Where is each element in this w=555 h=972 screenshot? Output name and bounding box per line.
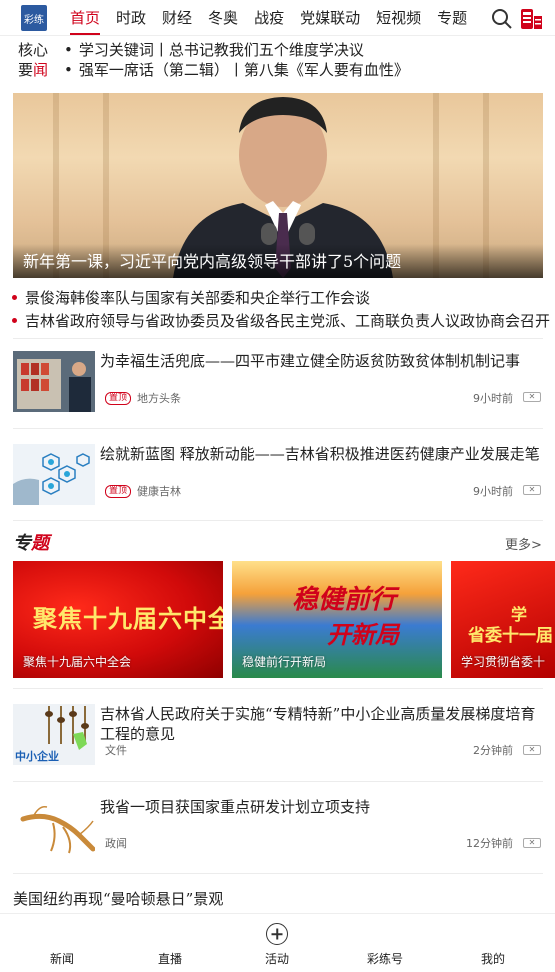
topic-art-text: 聚焦十九届六中全会 bbox=[33, 604, 223, 633]
close-icon[interactable]: ✕ bbox=[523, 745, 541, 755]
core-news: 核心 要闻 学习关键词丨总书记教我们五个维度学决议 强军一席话（第二辑）丨第八集… bbox=[0, 38, 555, 86]
news-thumbnail bbox=[13, 351, 95, 412]
news-time: 2分钟前 bbox=[473, 744, 513, 757]
news-thumbnail: 中小企业 bbox=[13, 704, 95, 765]
more-link[interactable]: 更多> bbox=[505, 534, 542, 553]
news-thumbnail bbox=[13, 444, 95, 505]
close-icon[interactable]: ✕ bbox=[523, 485, 541, 495]
top-nav-bar: 彩练 首页 时政 财经 冬奥 战疫 党媒联动 短视频 专题 bbox=[0, 0, 555, 36]
news-source: 政闻 bbox=[105, 837, 127, 850]
tab-home[interactable]: 首页 bbox=[70, 8, 101, 35]
topic-art-text: 省委十一届 bbox=[468, 626, 553, 646]
tab-live[interactable]: 直播 bbox=[140, 950, 200, 967]
channel-tabs: 首页 时政 财经 冬奥 战疫 党媒联动 短视频 专题 bbox=[70, 8, 483, 35]
pinned-badge: 置顶 bbox=[105, 391, 132, 405]
topic-card[interactable]: 聚焦十九届六中全会 聚焦十九届六中全会 bbox=[13, 561, 223, 678]
bottom-tab-bar: 新闻 直播 活动 彩练号 我的 bbox=[0, 913, 555, 972]
core-news-label: 核心 要闻 bbox=[18, 41, 49, 79]
pinned-badge: 置顶 bbox=[105, 484, 132, 498]
tab-party-media[interactable]: 党媒联动 bbox=[300, 8, 360, 28]
news-title[interactable]: 美国纽约再现“曼哈顿悬日”景观 bbox=[13, 889, 223, 909]
topic-caption: 学习贯彻省委十 bbox=[461, 655, 546, 669]
tab-special[interactable]: 专题 bbox=[437, 8, 467, 28]
section-title-special: 专题 bbox=[13, 533, 49, 554]
hero-caption: 新年第一课，习近平向党内高级领导干部讲了5个问题 bbox=[13, 244, 543, 278]
topic-art-text: 稳健前行 bbox=[292, 585, 397, 615]
close-icon[interactable]: ✕ bbox=[523, 392, 541, 402]
news-title: 我省一项目获国家重点研发计划立项支持 bbox=[100, 798, 371, 816]
topic-card[interactable]: 学 省委十一届 学习贯彻省委十 bbox=[451, 561, 555, 678]
core-news-item[interactable]: 学习关键词丨总书记教我们五个维度学决议 bbox=[64, 40, 364, 60]
topic-caption: 聚焦十九届六中全会 bbox=[23, 655, 132, 669]
tab-politics[interactable]: 时政 bbox=[116, 8, 146, 28]
tab-activity[interactable]: 活动 bbox=[247, 950, 307, 967]
news-meta: 置顶 健康吉林 bbox=[105, 483, 181, 499]
tab-cailian-account[interactable]: 彩练号 bbox=[355, 950, 415, 967]
topic-caption: 稳健前行开新局 bbox=[242, 655, 327, 669]
headline-item[interactable]: 吉林省政府领导与省政协委员及省级各民主党派、工商联负责人议政协商会召开 bbox=[12, 311, 550, 331]
news-item[interactable]: 我省一项目获国家重点研发计划立项支持 政闻 12分钟前 ✕ bbox=[13, 797, 543, 862]
hero-banner[interactable]: 新年第一课，习近平向党内高级领导干部讲了5个问题 bbox=[13, 93, 543, 278]
plus-circle-icon[interactable] bbox=[266, 923, 288, 945]
tab-winter-olympics[interactable]: 冬奥 bbox=[208, 8, 238, 28]
news-item[interactable]: 中小企业 吉林省人民政府关于实施“专精特新”中小企业高质量发展梯度培育工程的意见… bbox=[13, 704, 543, 769]
news-meta: 置顶 地方头条 bbox=[105, 390, 181, 406]
tab-short-video[interactable]: 短视频 bbox=[376, 8, 421, 28]
news-source: 文件 bbox=[105, 744, 127, 757]
news-title: 为幸福生活兜底——四平市建立健全防返贫防致贫体制机制记事 bbox=[100, 352, 521, 370]
search-icon[interactable] bbox=[491, 8, 513, 30]
app-logo[interactable]: 彩练 bbox=[21, 5, 47, 31]
news-source: 地方头条 bbox=[137, 392, 182, 405]
news-item[interactable]: 为幸福生活兜底——四平市建立健全防返贫防致贫体制机制记事 置顶 地方头条 9小时… bbox=[13, 351, 543, 426]
thumbnail-text: 中小企业 bbox=[15, 749, 59, 763]
core-news-item[interactable]: 强军一席话（第二辑）丨第八集《军人要有血性》 bbox=[64, 60, 409, 80]
tab-epidemic[interactable]: 战疫 bbox=[254, 8, 284, 28]
news-time: 12分钟前 bbox=[466, 837, 513, 850]
headline-item[interactable]: 景俊海韩俊率队与国家有关部委和央企举行工作会谈 bbox=[12, 288, 370, 308]
close-icon[interactable]: ✕ bbox=[523, 838, 541, 848]
tab-finance[interactable]: 财经 bbox=[162, 8, 192, 28]
news-meta: 政闻 bbox=[105, 835, 127, 851]
newspaper-icon[interactable] bbox=[519, 8, 543, 30]
topic-card[interactable]: 稳健前行 开新局 稳健前行开新局 bbox=[232, 561, 442, 678]
news-time: 9小时前 bbox=[473, 392, 513, 405]
tab-me[interactable]: 我的 bbox=[463, 950, 523, 967]
news-source: 健康吉林 bbox=[137, 485, 182, 498]
tab-news[interactable]: 新闻 bbox=[32, 950, 92, 967]
topic-art-text: 开新局 bbox=[327, 620, 399, 649]
news-item[interactable]: 绘就新蓝图 释放新动能——吉林省积极推进医药健康产业发展走笔 置顶 健康吉林 9… bbox=[13, 444, 543, 519]
news-time: 9小时前 bbox=[473, 485, 513, 498]
news-meta: 文件 bbox=[105, 742, 127, 758]
news-title: 绘就新蓝图 释放新动能——吉林省积极推进医药健康产业发展走笔 bbox=[100, 445, 540, 463]
news-thumbnail bbox=[13, 797, 95, 858]
news-title: 吉林省人民政府关于实施“专精特新”中小企业高质量发展梯度培育工程的意见 bbox=[100, 705, 536, 743]
